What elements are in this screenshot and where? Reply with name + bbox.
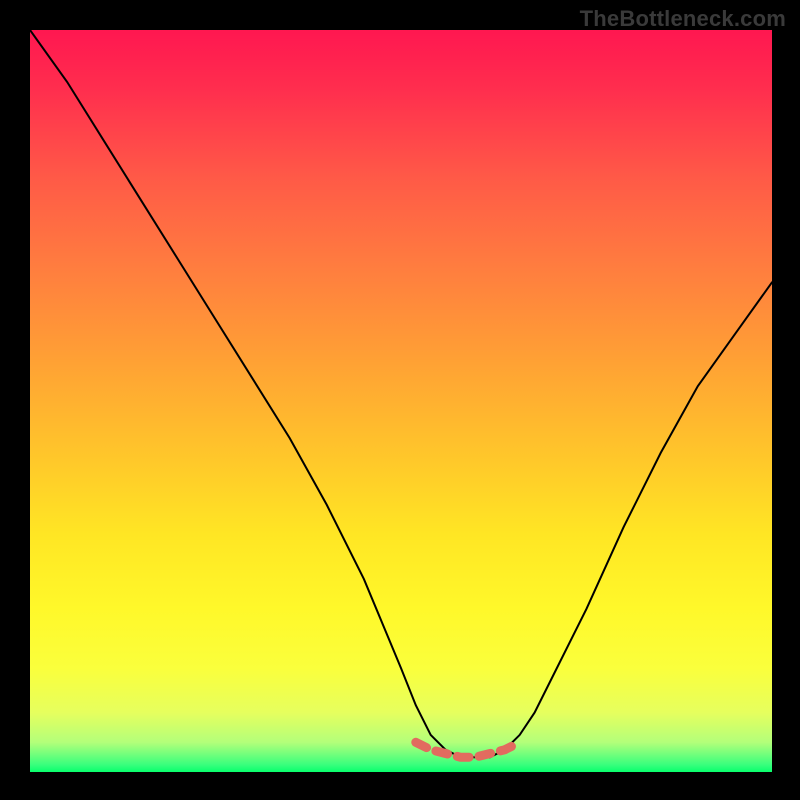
watermark-text: TheBottleneck.com: [580, 6, 786, 32]
curve-layer: [30, 30, 772, 772]
highlight-segment: [416, 742, 520, 757]
chart-frame: TheBottleneck.com: [0, 0, 800, 800]
bottleneck-curve: [30, 30, 772, 757]
plot-area: [30, 30, 772, 772]
